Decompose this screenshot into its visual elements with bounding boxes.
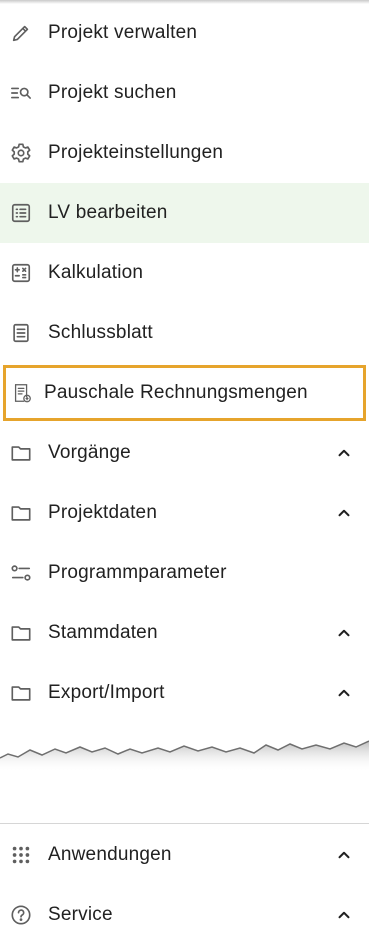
gear-icon bbox=[10, 142, 32, 164]
folder-icon bbox=[10, 682, 32, 704]
menu-item-anwendungen[interactable]: Anwendungen bbox=[0, 825, 369, 885]
folder-icon bbox=[10, 502, 32, 524]
search-list-icon bbox=[10, 82, 32, 104]
menu-item-label: Export/Import bbox=[48, 682, 165, 703]
menu-item-label: Projektdaten bbox=[48, 502, 158, 523]
menu-item-kalkulation[interactable]: Kalkulation bbox=[0, 243, 369, 303]
chevron-up-icon[interactable] bbox=[335, 624, 353, 642]
menu-item-label: Kalkulation bbox=[48, 262, 144, 283]
menu-item-lv-bearbeiten[interactable]: LV bearbeiten bbox=[0, 183, 369, 243]
folder-icon bbox=[10, 622, 32, 644]
menu-item-projekt-verwalten[interactable]: Projekt verwalten bbox=[0, 3, 369, 63]
invoice-icon bbox=[11, 382, 33, 404]
menu-item-projektdaten[interactable]: Projektdaten bbox=[0, 483, 369, 543]
apps-grid-icon bbox=[10, 844, 32, 866]
chevron-up-icon[interactable] bbox=[335, 906, 353, 924]
help-circle-icon bbox=[10, 904, 32, 926]
folder-icon bbox=[10, 442, 32, 464]
chevron-up-icon[interactable] bbox=[335, 444, 353, 462]
menu-item-label: Anwendungen bbox=[48, 844, 172, 865]
menu-item-label: Projekteinstellungen bbox=[48, 142, 224, 163]
menu-item-label: LV bearbeiten bbox=[48, 202, 168, 223]
calculator-icon bbox=[10, 262, 32, 284]
document-icon bbox=[10, 322, 32, 344]
menu-item-label: Service bbox=[48, 904, 113, 925]
menu-item-label: Projekt verwalten bbox=[48, 22, 198, 43]
menu-item-export-import[interactable]: Export/Import bbox=[0, 663, 369, 723]
menu-item-label: Stammdaten bbox=[48, 622, 158, 643]
menu-item-stammdaten[interactable]: Stammdaten bbox=[0, 603, 369, 663]
chevron-up-icon[interactable] bbox=[335, 684, 353, 702]
menu-item-schlussblatt[interactable]: Schlussblatt bbox=[0, 303, 369, 363]
list-icon bbox=[10, 202, 32, 224]
menu-item-pauschale-rechnungsmengen[interactable]: Pauschale Rechnungsmengen bbox=[3, 365, 366, 421]
menu-item-service[interactable]: Service bbox=[0, 885, 369, 945]
menu-item-label: Vorgänge bbox=[48, 442, 131, 463]
menu-item-projekteinstellungen[interactable]: Projekteinstellungen bbox=[0, 123, 369, 183]
menu-item-vorgaenge[interactable]: Vorgänge bbox=[0, 423, 369, 483]
chevron-up-icon[interactable] bbox=[335, 846, 353, 864]
menu-item-label: Projekt suchen bbox=[48, 82, 177, 103]
menu-item-projekt-suchen[interactable]: Projekt suchen bbox=[0, 63, 369, 123]
menu-item-programmparameter[interactable]: Programmparameter bbox=[0, 543, 369, 603]
menu-item-label: Pauschale Rechnungsmengen bbox=[44, 382, 308, 403]
menu-item-label: Schlussblatt bbox=[48, 322, 153, 343]
pencil-icon bbox=[10, 22, 32, 44]
parameters-icon bbox=[10, 562, 32, 584]
torn-edge-divider bbox=[0, 740, 369, 772]
menu-item-label: Programmparameter bbox=[48, 562, 227, 583]
chevron-up-icon[interactable] bbox=[335, 504, 353, 522]
footer-divider bbox=[0, 823, 369, 824]
